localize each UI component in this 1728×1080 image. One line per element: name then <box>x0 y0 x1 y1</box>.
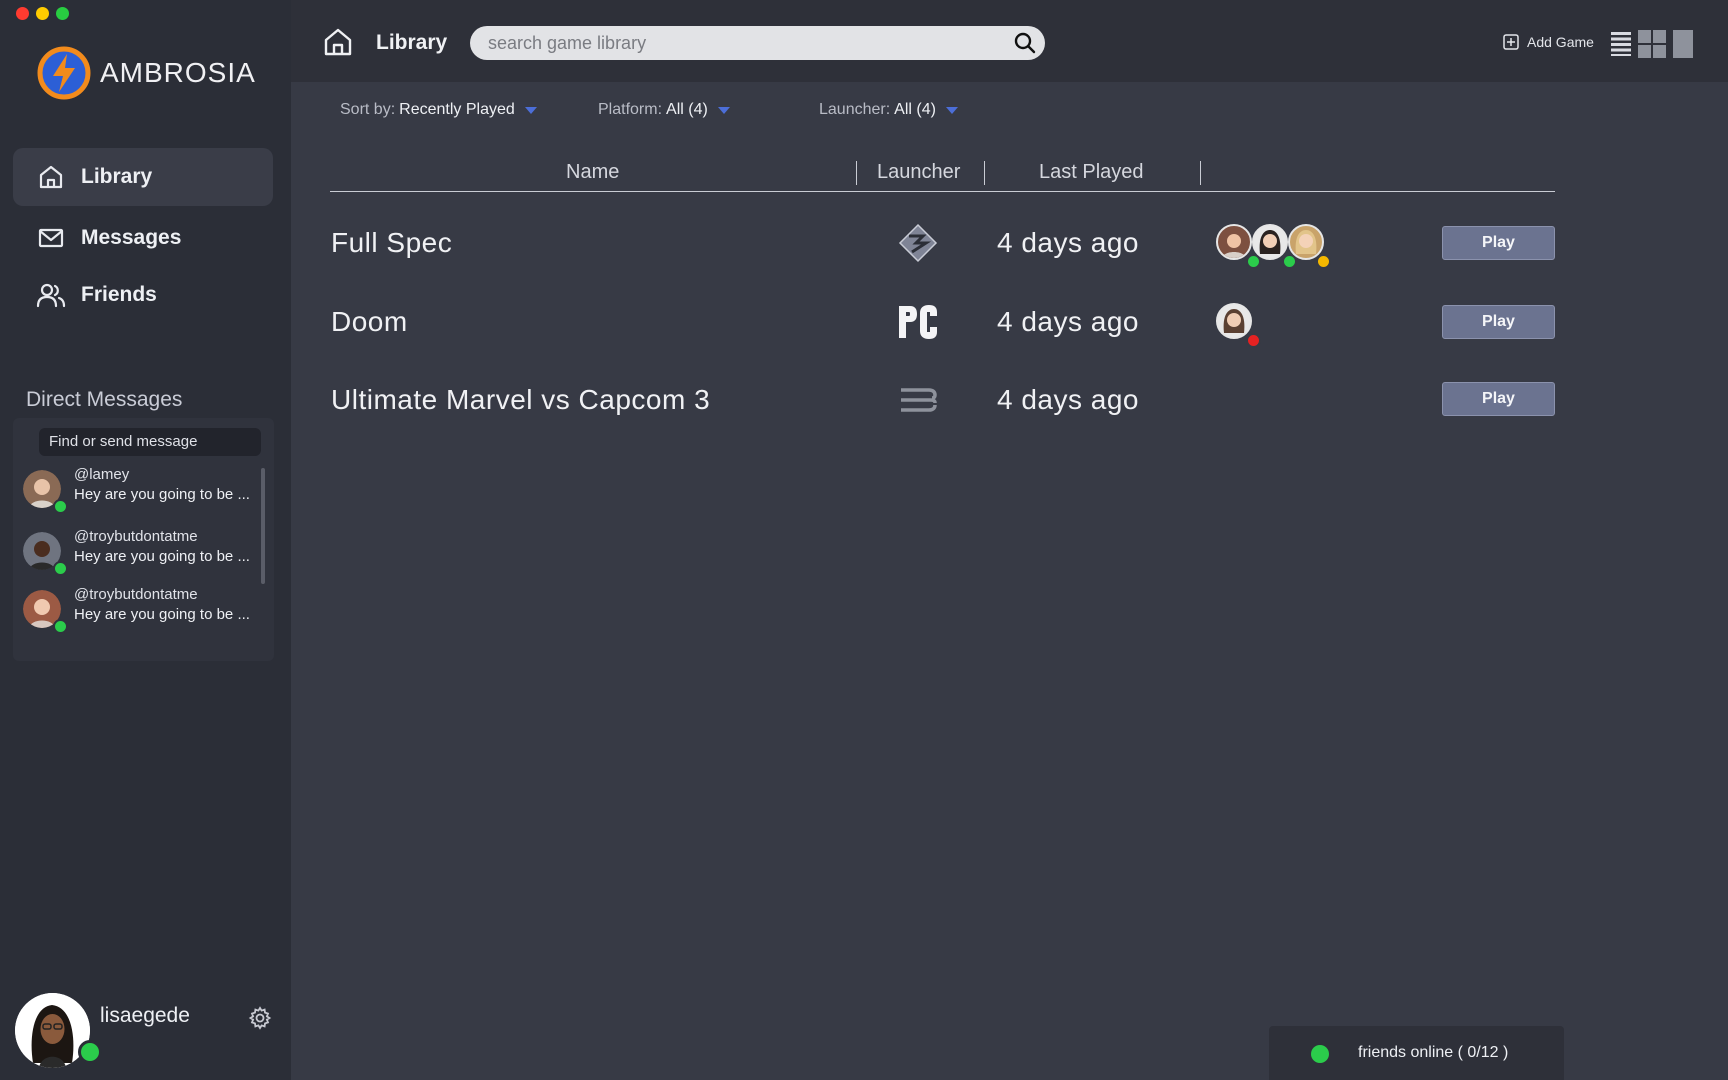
close-window-button[interactable] <box>16 7 29 20</box>
platform-label: Platform: <box>598 101 663 118</box>
online-status-dot <box>1311 1045 1329 1063</box>
launcher-value: All (4) <box>894 101 936 118</box>
sort-label: Sort by: <box>340 101 396 118</box>
sidebar-item-label: Friends <box>81 283 157 306</box>
direct-messages-panel: Find or send message @lamey Hey are you … <box>13 418 274 661</box>
sort-dropdown[interactable]: Sort by: Recently Played <box>340 101 537 119</box>
column-divider <box>856 161 857 185</box>
caret-down-icon <box>717 106 730 114</box>
add-game-label: Add Game <box>1527 34 1594 50</box>
launcher-label: Launcher: <box>819 101 891 118</box>
platform-value: All (4) <box>666 101 708 118</box>
search-bar <box>470 26 1045 60</box>
dm-preview: Hey are you going to be ... <box>74 548 250 565</box>
list-view-icon[interactable] <box>1611 30 1631 56</box>
online-status-dot <box>53 619 68 634</box>
lightning-logo-icon <box>37 46 91 100</box>
plus-square-icon <box>1503 34 1519 50</box>
column-header-last-played[interactable]: Last Played <box>1039 161 1144 184</box>
game-name: Ultimate Marvel vs Capcom 3 <box>331 384 711 415</box>
app-name: AMBROSIA <box>100 57 256 88</box>
avatar[interactable] <box>1216 303 1252 339</box>
play-button[interactable]: Play <box>1442 382 1555 416</box>
maximize-window-button[interactable] <box>56 7 69 20</box>
username: lisaegede <box>100 1004 190 1027</box>
header-divider <box>330 191 1555 192</box>
online-status-dot <box>53 561 68 576</box>
column-header-name[interactable]: Name <box>566 161 619 184</box>
caret-down-icon <box>524 106 537 114</box>
sidebar: AMBROSIA Library Messages Friends Direct… <box>0 0 291 1080</box>
sidebar-item-library[interactable]: Library <box>13 148 273 206</box>
online-status-dot <box>78 1040 102 1064</box>
column-divider <box>984 161 985 185</box>
last-played: 4 days ago <box>997 227 1139 258</box>
dm-scrollbar[interactable] <box>261 468 265 584</box>
home-icon <box>35 161 67 193</box>
sidebar-item-messages[interactable]: Messages <box>13 209 273 267</box>
sidebar-item-label: Library <box>81 165 153 188</box>
app-logo: AMBROSIA <box>36 45 256 101</box>
gear-icon[interactable] <box>248 1006 272 1030</box>
mail-icon <box>35 222 67 254</box>
minimize-window-button[interactable] <box>36 7 49 20</box>
dm-preview: Hey are you going to be ... <box>74 606 250 623</box>
game-name: Full Spec <box>331 227 453 258</box>
add-game-button[interactable]: Add Game <box>1503 34 1594 50</box>
sort-value: Recently Played <box>399 101 515 118</box>
direct-messages-heading: Direct Messages <box>26 388 183 411</box>
dm-handle: @troybutdontatme <box>74 586 198 603</box>
last-played: 4 days ago <box>997 384 1139 415</box>
avatar[interactable] <box>1252 224 1288 260</box>
page-title: Library <box>376 31 448 54</box>
users-icon <box>35 279 67 311</box>
friends-online-bar[interactable]: friends online ( 0/12 ) <box>1269 1026 1564 1080</box>
game-name: Doom <box>331 306 408 337</box>
platform-dropdown[interactable]: Platform: All (4) <box>598 101 730 119</box>
away-status-dot <box>1316 254 1331 269</box>
friends-online-count: friends online ( 0/12 ) <box>1358 1044 1509 1061</box>
grid-view-icon[interactable] <box>1638 30 1666 58</box>
launcher-dropdown[interactable]: Launcher: All (4) <box>819 101 958 119</box>
dm-handle: @troybutdontatme <box>74 528 198 545</box>
window-controls <box>16 7 69 20</box>
dm-handle: @lamey <box>74 466 130 483</box>
avatar[interactable] <box>1216 224 1252 260</box>
search-icon[interactable] <box>1013 31 1037 55</box>
play-button[interactable]: Play <box>1442 305 1555 339</box>
dm-list-item[interactable]: @troybutdontatme Hey are you going to be… <box>23 528 258 578</box>
dm-preview: Hey are you going to be ... <box>74 486 250 503</box>
column-divider <box>1200 161 1201 185</box>
column-header-launcher[interactable]: Launcher <box>877 161 960 184</box>
last-played: 4 days ago <box>997 306 1139 337</box>
sidebar-item-label: Messages <box>81 226 182 249</box>
sidebar-item-friends[interactable]: Friends <box>13 266 273 324</box>
home-icon[interactable] <box>322 26 354 58</box>
play-button[interactable]: Play <box>1442 226 1555 260</box>
caret-down-icon <box>945 106 958 114</box>
dm-search-input[interactable]: Find or send message <box>39 428 261 456</box>
dm-list-item[interactable]: @lamey Hey are you going to be ... <box>23 466 258 516</box>
pc-launcher-icon <box>899 305 937 339</box>
stripes-launcher-icon <box>901 388 937 412</box>
online-status-dot <box>53 499 68 514</box>
fullspec-launcher-icon <box>898 223 938 263</box>
dm-list-item[interactable]: @troybutdontatme Hey are you going to be… <box>23 586 258 636</box>
busy-status-dot <box>1246 333 1261 348</box>
search-input[interactable] <box>488 26 988 60</box>
single-view-icon[interactable] <box>1673 30 1693 58</box>
